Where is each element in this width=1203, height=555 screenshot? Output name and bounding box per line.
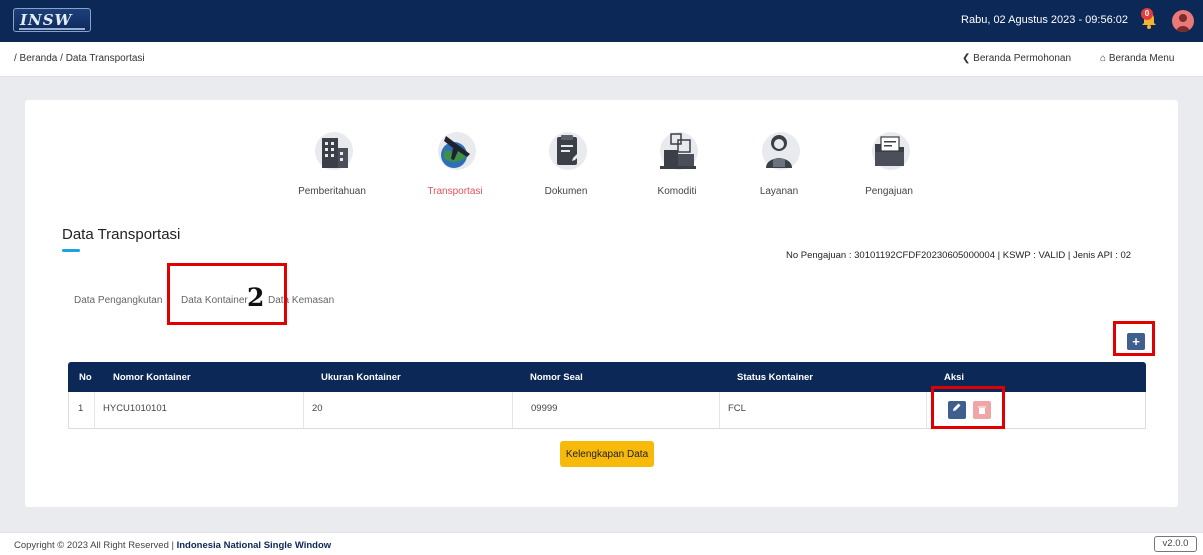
cell-status-kontainer: FCL: [728, 403, 746, 414]
footer: Copyright © 2023 All Right Reserved | In…: [0, 532, 1203, 555]
copyright-org[interactable]: Indonesia National Single Window: [177, 540, 332, 551]
step-pemberitahuan[interactable]: Pemberitahuan: [287, 128, 377, 197]
step-dokumen[interactable]: Dokumen: [521, 128, 611, 197]
cell-no: 1: [78, 403, 84, 414]
annotation-highlight-actions: [931, 386, 1005, 429]
cell-nomor-kontainer: HYCU1010101: [103, 403, 167, 414]
column-divider: [926, 392, 927, 428]
column-header: Nomor Kontainer: [113, 372, 191, 383]
copyright-text: Copyright © 2023 All Right Reserved | In…: [14, 540, 331, 551]
step-transportasi[interactable]: Transportasi: [410, 128, 500, 197]
beranda-menu-link[interactable]: ⌂ Beranda Menu: [1100, 53, 1174, 64]
current-datetime: Rabu, 02 Agustus 2023 - 09:56:02: [961, 14, 1128, 26]
notification-badge: 0: [1141, 8, 1153, 20]
section-title: Data Transportasi: [62, 226, 181, 243]
insw-logo[interactable]: INSW: [13, 8, 91, 32]
title-underline: [62, 249, 80, 252]
cell-nomor-seal: 09999: [531, 403, 558, 414]
folder-icon: [872, 132, 910, 170]
beranda-menu-label: Beranda Menu: [1108, 53, 1175, 64]
column-divider: [94, 392, 95, 428]
step-label: Pengajuan: [865, 186, 913, 197]
submission-meta: No Pengajuan : 30101192CFDF2023060500000…: [786, 250, 1132, 261]
column-divider: [512, 392, 513, 428]
step-label: Transportasi: [427, 186, 483, 197]
beranda-permohonan-label: Beranda Permohonan: [973, 53, 1072, 64]
tab-data-pengangkutan[interactable]: Data Pengangkutan: [74, 295, 162, 306]
step-label: Layanan: [759, 186, 799, 197]
column-divider: [303, 392, 304, 428]
step-pengajuan[interactable]: Pengajuan: [844, 128, 934, 197]
top-navbar: INSW Rabu, 02 Agustus 2023 - 09:56:02: [0, 0, 1203, 42]
step-label: Dokumen: [544, 186, 588, 197]
column-header: Ukuran Kontainer: [321, 372, 401, 383]
logo-text: INSW: [20, 11, 73, 29]
column-header: Status Kontainer: [737, 372, 814, 383]
step-label: Pemberitahuan: [298, 186, 366, 197]
step-komoditi[interactable]: Komoditi: [632, 128, 722, 197]
annotation-number: 2: [247, 283, 265, 312]
breadcrumb-bar: / Beranda / Data Transportasi ❮ Beranda …: [0, 42, 1203, 77]
kelengkapan-data-button[interactable]: Kelengkapan Data: [560, 441, 654, 467]
boxes-icon: [660, 132, 698, 170]
column-header: No: [79, 372, 92, 383]
copyright-prefix: Copyright © 2023 All Right Reserved |: [14, 540, 174, 551]
document-edit-icon: [549, 132, 587, 170]
user-avatar-icon[interactable]: [1172, 10, 1194, 32]
beranda-permohonan-link[interactable]: ❮ Beranda Permohonan: [962, 53, 1071, 64]
annotation-highlight-add-button: [1113, 321, 1155, 356]
customer-service-icon: [762, 132, 800, 170]
cell-ukuran-kontainer: 20: [312, 403, 323, 414]
annotation-highlight-kontainer-tab: [167, 263, 287, 325]
step-label: Komoditi: [657, 186, 697, 197]
column-header: Nomor Seal: [530, 372, 583, 383]
version-badge: v2.0.0: [1154, 536, 1197, 552]
breadcrumb: / Beranda / Data Transportasi: [14, 53, 145, 64]
building-icon: [315, 132, 353, 170]
column-header: Aksi: [944, 372, 965, 383]
airplane-globe-icon: [438, 132, 476, 170]
column-divider: [719, 392, 720, 428]
step-layanan[interactable]: Layanan: [734, 128, 824, 197]
chevron-left-icon: ❮: [962, 53, 971, 64]
logo-underline: [19, 28, 85, 30]
home-icon: ⌂: [1100, 53, 1107, 64]
